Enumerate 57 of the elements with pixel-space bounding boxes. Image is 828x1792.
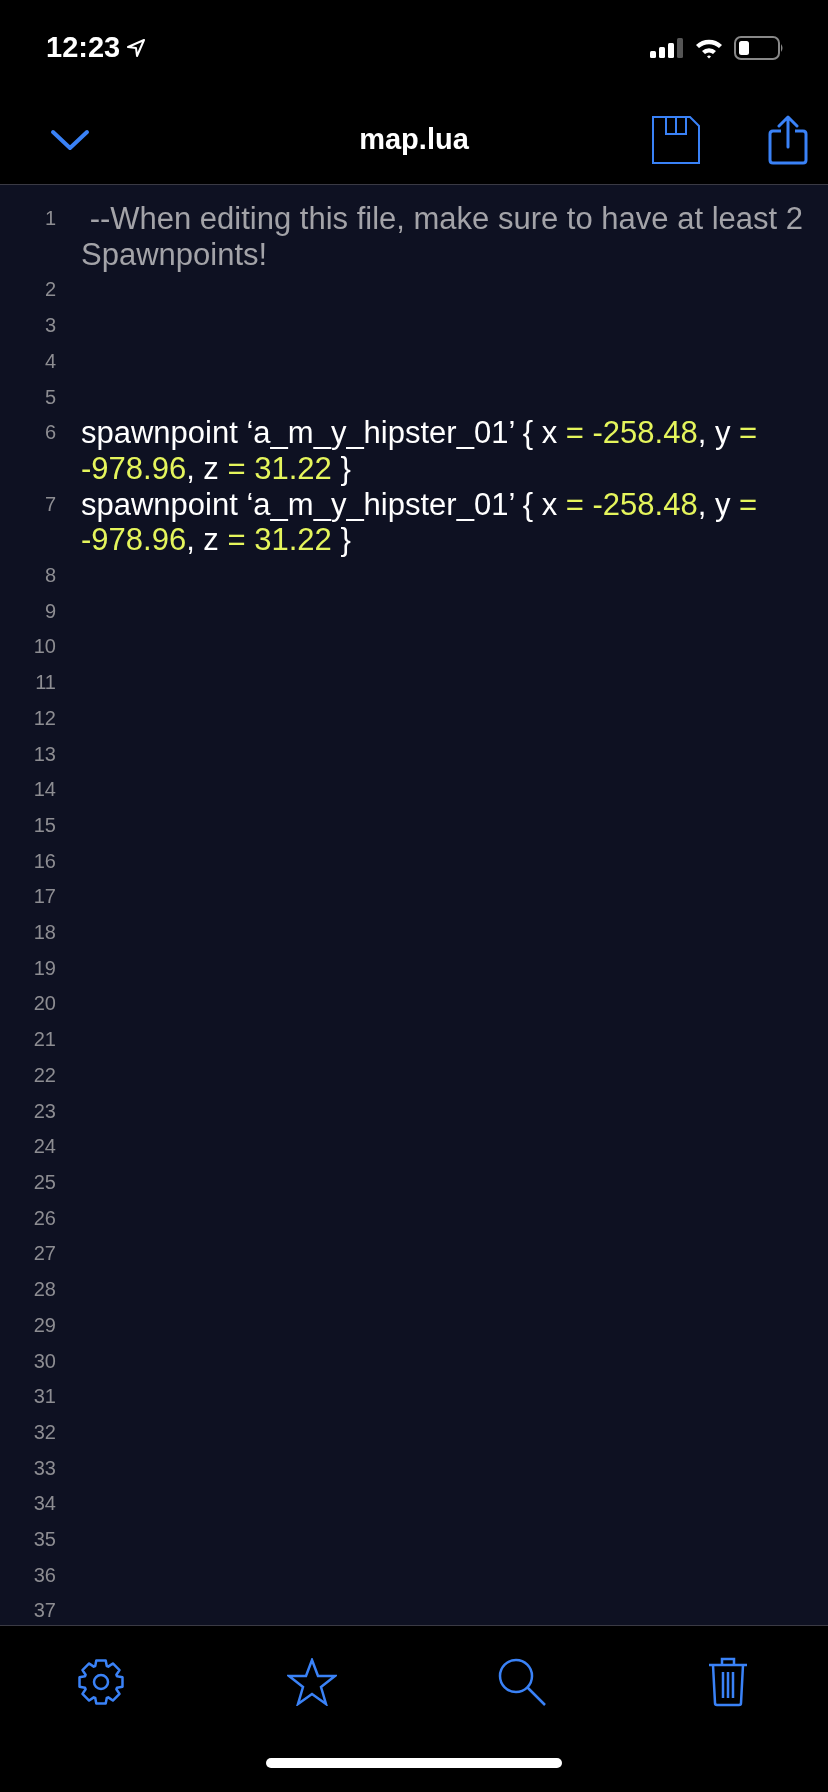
chevron-down-icon (50, 127, 90, 152)
line-number: 29 (32, 1312, 56, 1338)
location-arrow-icon (126, 37, 147, 58)
code-comment: --When editing this file, make sure to have at least 2 Spawnpoints! (81, 201, 804, 273)
line-number: 21 (32, 1027, 56, 1053)
line-number: 15 (32, 812, 56, 838)
line-number: 4 (43, 348, 56, 374)
line-number: 22 (32, 1062, 56, 1088)
line-number: 19 (32, 955, 56, 981)
line-number: 13 (32, 741, 56, 767)
settings-icon (76, 1657, 126, 1707)
battery-icon (734, 35, 784, 60)
status-time: 12:23 (46, 31, 121, 64)
line-number: 2 (43, 277, 56, 303)
line-number: 27 (32, 1241, 56, 1267)
signal-icon (650, 37, 684, 58)
line-number: 26 (32, 1205, 56, 1231)
line-number: 5 (43, 384, 56, 410)
line-number: 6 (43, 420, 56, 446)
search-button[interactable] (497, 1657, 548, 1707)
collapse-button[interactable] (50, 127, 90, 152)
line-number: 14 (32, 777, 56, 803)
file-title: map.lua (359, 123, 469, 156)
line-number: 10 (32, 634, 56, 660)
code-line: spawnpoint ‘a_m_y_hipster_01’ { x = -258.48, y = -978.96, z = 31.22 } (81, 486, 759, 559)
line-number: 1 (43, 206, 56, 231)
line-number: 12 (32, 705, 56, 731)
line-number: 25 (32, 1170, 56, 1195)
line-number: 16 (32, 848, 56, 874)
line-number: 23 (32, 1098, 56, 1124)
save-button[interactable] (652, 115, 700, 164)
search-icon (497, 1657, 548, 1707)
line-number: 30 (32, 1348, 56, 1374)
share-button[interactable] (768, 114, 808, 165)
line-number: 34 (32, 1491, 56, 1517)
settings-button[interactable] (76, 1657, 126, 1707)
line-number: 17 (32, 884, 56, 910)
line-number: 33 (32, 1455, 56, 1481)
share-icon (768, 114, 808, 165)
line-number: 28 (32, 1277, 56, 1303)
line-number: 36 (32, 1562, 56, 1588)
star-icon (286, 1658, 337, 1706)
line-number: 9 (43, 598, 56, 624)
line-number: 32 (32, 1419, 56, 1445)
favorite-button[interactable] (286, 1658, 337, 1706)
line-number: 11 (34, 670, 56, 696)
line-number: 31 (32, 1384, 56, 1410)
line-number: 3 (43, 313, 56, 339)
line-number: 18 (32, 920, 56, 946)
delete-button[interactable] (707, 1657, 748, 1707)
line-number: 20 (32, 991, 56, 1017)
line-number: 35 (32, 1527, 56, 1552)
line-number: 8 (43, 563, 56, 589)
trash-icon (707, 1657, 748, 1707)
line-number: 37 (32, 1598, 56, 1624)
line-number: 24 (32, 1134, 56, 1160)
line-number: 7 (43, 491, 56, 517)
